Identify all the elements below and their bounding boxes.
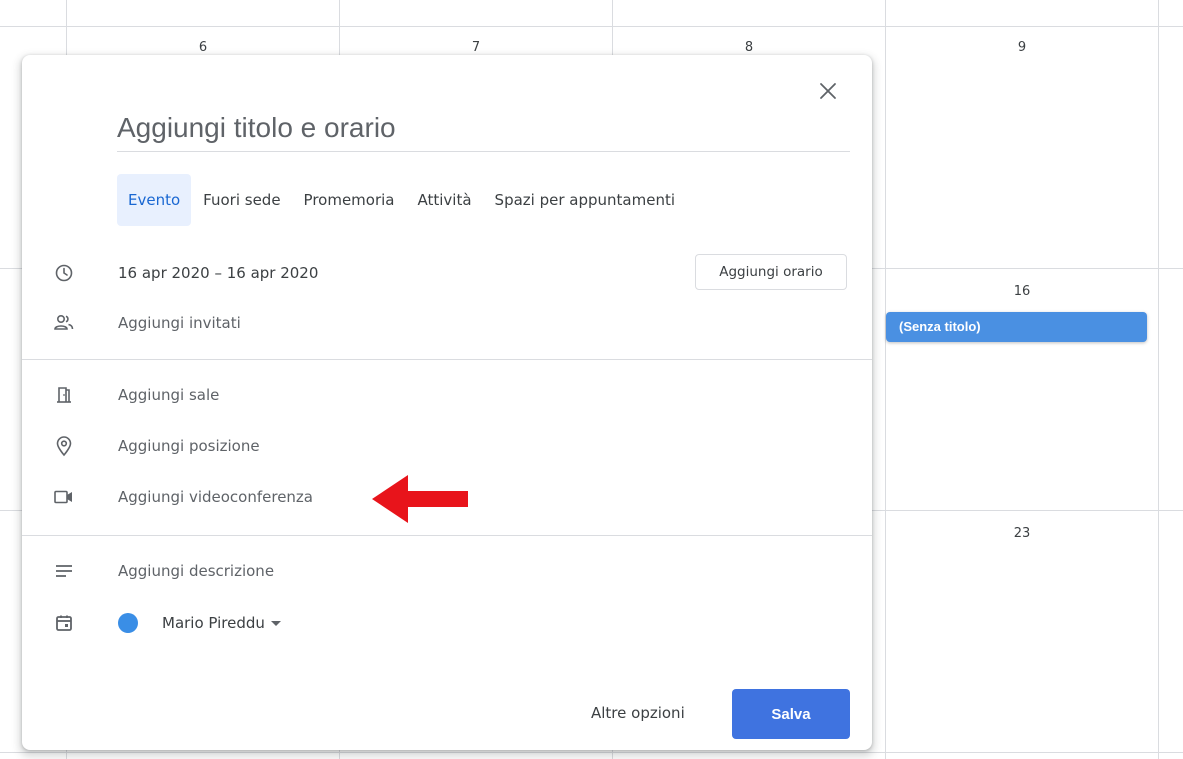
video-camera-icon: [52, 485, 76, 509]
clock-icon: [52, 261, 76, 285]
divider: [22, 359, 872, 360]
caret-down-icon: [270, 621, 281, 626]
day-number[interactable]: 6: [183, 40, 223, 55]
grid-line: [1158, 0, 1159, 759]
title-input[interactable]: [117, 105, 850, 152]
add-guests[interactable]: Aggiungi invitati: [118, 303, 241, 343]
calendar-color-dot: [118, 613, 138, 633]
event-dialog: Evento Fuori sede Promemoria Attività Sp…: [22, 55, 872, 750]
description-lines-icon: [52, 559, 76, 583]
people-icon: [52, 311, 76, 335]
divider: [22, 535, 872, 536]
guests-row[interactable]: Aggiungi invitati: [22, 303, 872, 343]
day-number[interactable]: 9: [1002, 40, 1042, 55]
event-type-tabs: Evento Fuori sede Promemoria Attività Sp…: [117, 174, 687, 226]
add-videoconference[interactable]: Aggiungi videoconferenza: [118, 477, 313, 517]
save-button[interactable]: Salva: [732, 689, 850, 739]
tab-evento[interactable]: Evento: [117, 174, 192, 226]
add-rooms[interactable]: Aggiungi sale: [118, 375, 219, 415]
day-number[interactable]: 23: [1002, 526, 1042, 541]
tab-fuori-sede[interactable]: Fuori sede: [192, 174, 291, 226]
calendar-owner-name: Mario Pireddu: [162, 614, 265, 632]
location-row[interactable]: Aggiungi posizione: [22, 426, 872, 466]
add-location[interactable]: Aggiungi posizione: [118, 426, 260, 466]
close-icon: [820, 83, 836, 99]
door-icon: [52, 383, 76, 407]
red-arrow-annotation: [372, 475, 468, 523]
tab-spazi-per-appuntamenti[interactable]: Spazi per appuntamenti: [484, 174, 686, 226]
calendar-event-untitled[interactable]: (Senza titolo): [886, 312, 1147, 342]
description-row[interactable]: Aggiungi descrizione: [22, 551, 872, 591]
tab-promemoria[interactable]: Promemoria: [293, 174, 406, 226]
day-number[interactable]: 7: [456, 40, 496, 55]
date-range[interactable]: 16 apr 2020 – 16 apr 2020: [118, 253, 318, 293]
add-time-button[interactable]: Aggiungi orario: [695, 254, 847, 290]
calendar-owner-row: Mario Pireddu: [22, 603, 872, 643]
grid-line: [0, 752, 1183, 753]
calendar-owner-dropdown[interactable]: Mario Pireddu: [162, 603, 281, 643]
tab-attivita[interactable]: Attività: [407, 174, 483, 226]
day-number[interactable]: 8: [729, 40, 769, 55]
calendar-icon: [52, 611, 76, 635]
close-button[interactable]: [814, 77, 842, 105]
grid-line: [885, 0, 886, 759]
rooms-row[interactable]: Aggiungi sale: [22, 375, 872, 415]
add-description[interactable]: Aggiungi descrizione: [118, 551, 274, 591]
more-options-button[interactable]: Altre opzioni: [579, 689, 697, 737]
location-pin-icon: [52, 434, 76, 458]
day-number[interactable]: 16: [1002, 284, 1042, 299]
grid-line: [0, 26, 1183, 27]
